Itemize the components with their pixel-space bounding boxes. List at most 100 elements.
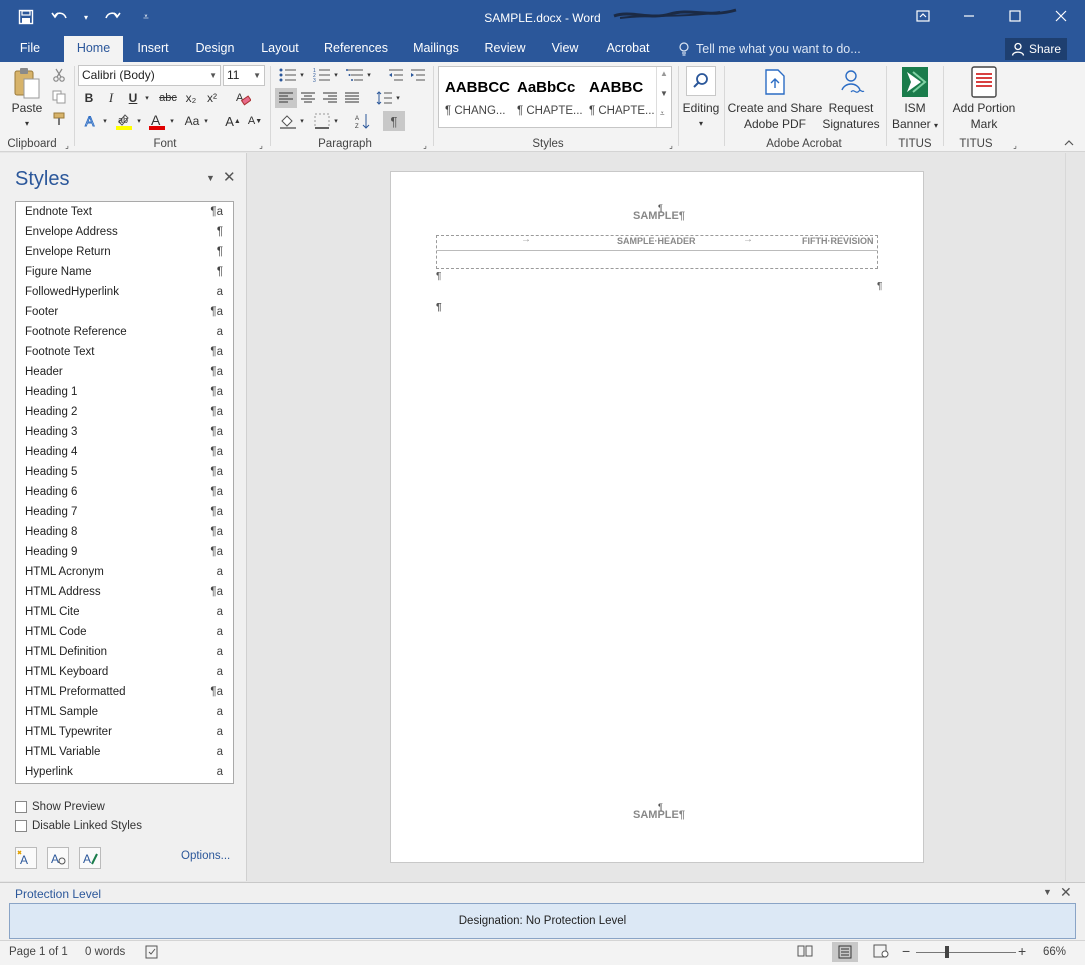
tab-mailings[interactable]: Mailings [404,36,468,62]
tab-layout[interactable]: Layout [252,36,308,62]
style-list-item[interactable]: Heading 7 ¶a [25,502,225,522]
tab-view[interactable]: View [542,36,588,62]
add-portion-mark-button[interactable] [968,65,1000,99]
decrease-indent-button[interactable] [386,65,406,85]
web-layout-button[interactable] [873,944,889,961]
copy-button[interactable] [50,88,68,106]
style-list-item[interactable]: Envelope Address ¶ [25,222,225,242]
style-list-item[interactable]: Heading 1 ¶a [25,382,225,402]
line-spacing-dropdown-icon[interactable]: ▾ [394,88,402,108]
font-color-button[interactable]: A [147,111,167,131]
align-right-button[interactable] [320,88,340,108]
close-button[interactable] [1038,0,1084,32]
increase-indent-button[interactable] [408,65,428,85]
style-list-item[interactable]: HTML Definition a [25,642,225,662]
style-list-item[interactable]: HTML Typewriter a [25,722,225,742]
clear-formatting-button[interactable]: A [234,88,252,108]
italic-button[interactable]: I [103,89,119,107]
editing-button[interactable] [686,66,716,96]
style-list-item[interactable]: Heading 4 ¶a [25,442,225,462]
gallery-down-icon[interactable]: ▼ [660,89,668,98]
share-button[interactable]: Share [1005,38,1067,60]
style-list-item[interactable]: HTML Code a [25,622,225,642]
strikethrough-button[interactable]: abc [158,89,178,107]
gallery-more-icon[interactable]: ⩡ [660,109,665,119]
style-list-item[interactable]: Footnote Text ¶a [25,342,225,362]
multilevel-list-button[interactable] [344,65,366,85]
text-effects-dropdown-icon[interactable]: ▾ [100,111,110,131]
editing-dropdown-icon[interactable]: ▾ [694,116,708,132]
protection-close-icon[interactable]: ✕ [1060,884,1072,901]
font-color-dropdown-icon[interactable]: ▾ [167,111,177,131]
sort-button[interactable]: AZ [353,111,373,131]
style-list-item[interactable]: Heading 6 ¶a [25,482,225,502]
change-case-button[interactable]: Aa [181,111,203,131]
zoom-out-button[interactable]: − [902,943,910,959]
paste-button[interactable] [10,66,44,102]
proofing-icon[interactable] [144,944,160,963]
style-inspector-button[interactable]: A [47,847,69,869]
ism-banner-button[interactable] [899,65,931,99]
options-link[interactable]: Options... [181,850,230,862]
format-painter-button[interactable] [50,110,68,128]
maximize-button[interactable] [992,0,1038,32]
zoom-level[interactable]: 66% [1043,946,1066,958]
paste-dropdown-icon[interactable]: ▾ [18,116,36,132]
read-mode-button[interactable] [797,944,813,961]
tab-file[interactable]: File [8,36,52,62]
style-list-item[interactable]: Heading 5 ¶a [25,462,225,482]
vertical-scrollbar[interactable] [1065,153,1085,881]
numbering-button[interactable]: 123 [311,65,333,85]
font-size-combo[interactable]: 11 ▼ [223,65,265,86]
page-count[interactable]: Page 1 of 1 [9,946,68,958]
style-list-item[interactable]: Heading 9 ¶a [25,542,225,562]
style-list-item[interactable]: Hyperlink a [25,762,225,782]
styles-launcher-icon[interactable]: ⌟ [666,140,676,150]
line-spacing-button[interactable] [374,88,394,108]
multilevel-dropdown-icon[interactable]: ▾ [365,65,373,85]
style-list-item[interactable]: Envelope Return ¶ [25,242,225,262]
underline-dropdown-icon[interactable]: ▾ [142,89,152,107]
highlight-dropdown-icon[interactable]: ▾ [134,111,144,131]
borders-button[interactable] [311,111,333,131]
shading-dropdown-icon[interactable]: ▾ [298,111,306,131]
shrink-font-button[interactable]: A ▼ [247,111,263,131]
tab-design[interactable]: Design [188,36,242,62]
shading-button[interactable] [277,111,299,131]
titus-launcher-icon[interactable]: ⌟ [1010,140,1020,150]
bullets-dropdown-icon[interactable]: ▾ [298,65,306,85]
underline-button[interactable]: U [125,89,141,107]
show-preview-checkbox[interactable] [15,801,27,813]
word-count[interactable]: 0 words [85,946,125,958]
bullets-button[interactable] [277,65,299,85]
text-effects-button[interactable]: A [81,111,101,131]
cut-button[interactable] [50,66,68,84]
style-list-item[interactable]: Figure Name ¶ [25,262,225,282]
collapse-ribbon-button[interactable] [1062,136,1076,150]
font-name-combo[interactable]: Calibri (Body) ▼ [78,65,221,86]
ribbon-display-options-button[interactable] [900,0,946,32]
style-list-item[interactable]: Heading 3 ¶a [25,422,225,442]
header-table[interactable]: SAMPLE·HEADER FIFTH·REVISION → → [436,234,878,269]
style-list-item[interactable]: HTML Variable a [25,742,225,762]
style-list-item[interactable]: Footer ¶a [25,302,225,322]
style-list-item[interactable]: HTML Preformatted ¶a [25,682,225,702]
ism-banner-dropdown-icon[interactable]: ▾ [934,121,938,130]
tab-insert[interactable]: Insert [128,36,178,62]
create-pdf-button[interactable] [760,66,790,98]
style-tile[interactable]: AABBC ¶ CHAPTE... [583,67,655,127]
pane-close-icon[interactable]: ✕ [223,168,236,186]
style-list-item[interactable]: Heading 8 ¶a [25,522,225,542]
tab-home[interactable]: Home [64,36,123,62]
manage-styles-button[interactable]: A [79,847,101,869]
zoom-slider-track[interactable] [916,952,1016,953]
change-case-dropdown-icon[interactable]: ▾ [201,111,211,131]
disable-linked-styles-checkbox[interactable] [15,820,27,832]
grow-font-button[interactable]: A ▲ [225,111,241,131]
style-list-item[interactable]: HTML Address ¶a [25,582,225,602]
tab-references[interactable]: References [318,36,394,62]
protection-options-icon[interactable]: ▼ [1043,887,1052,897]
style-tile[interactable]: AaBbCc ¶ CHAPTE... [511,67,583,127]
style-list-item[interactable]: Heading 2 ¶a [25,402,225,422]
request-signatures-button[interactable] [836,66,866,98]
